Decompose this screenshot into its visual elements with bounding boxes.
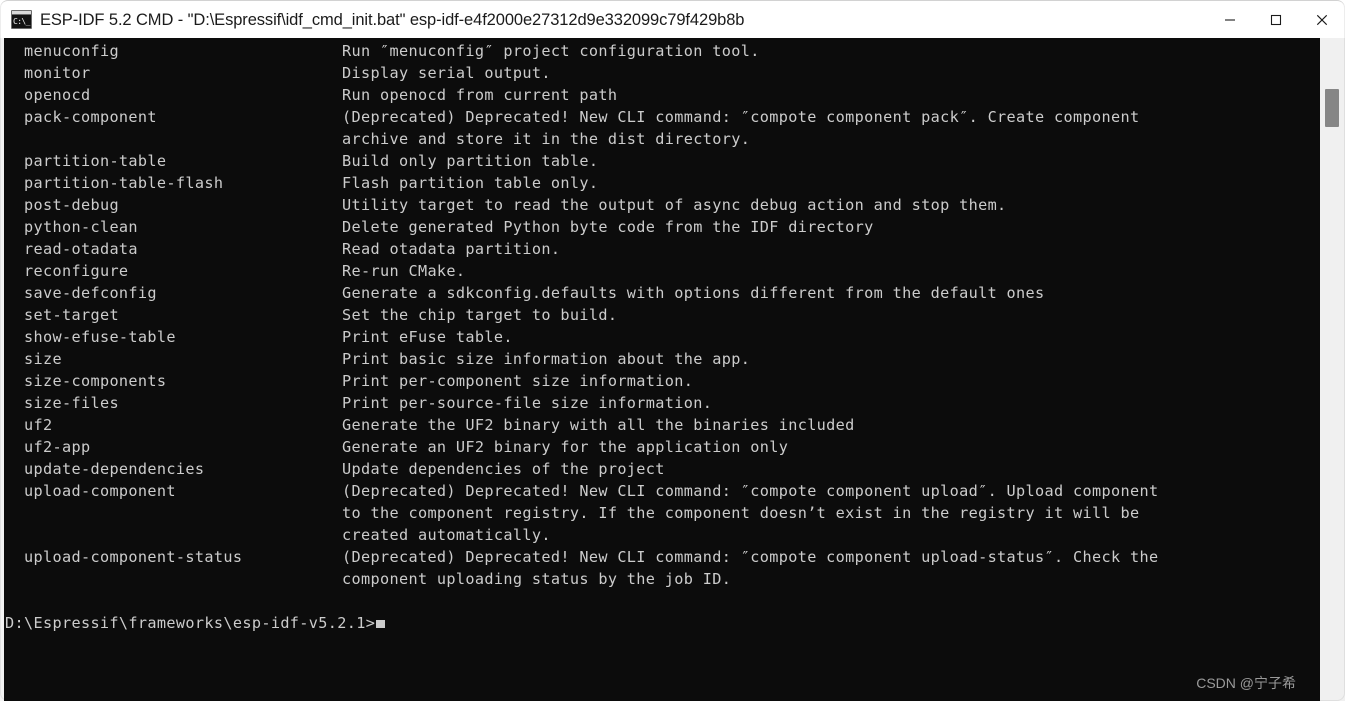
command-row: uf2-app Generate an UF2 binary for the ap… (24, 436, 1158, 458)
command-description: Print eFuse table. (342, 328, 513, 346)
close-icon (1316, 14, 1328, 26)
command-name: openocd (24, 86, 91, 104)
command-row: upload-component-status (Deprecated) Depr… (24, 546, 1158, 568)
command-row: update-dependencies Update dependencies o… (24, 458, 1158, 480)
command-row: read-otadata Read otadata partition. (24, 238, 1158, 260)
command-name: save-defconfig (24, 284, 157, 302)
maximize-button[interactable] (1253, 1, 1299, 39)
command-description: Print basic size information about the a… (342, 350, 751, 368)
terminal-prompt-line[interactable]: D:\Espressif\frameworks\esp-idf-v5.2.1> (5, 612, 386, 634)
command-name: update-dependencies (24, 460, 205, 478)
command-name: show-efuse-table (24, 328, 176, 346)
terminal-viewport[interactable]: menuconfig Run ″menuconfig″ project confi… (4, 38, 1316, 701)
command-row: size Print basic size information about t… (24, 348, 1158, 370)
command-description: (Deprecated) Deprecated! New CLI command… (342, 482, 1159, 500)
text-cursor (376, 620, 386, 628)
command-name: partition-table (24, 152, 167, 170)
window-title: ESP-IDF 5.2 CMD - "D:\Espressif\idf_cmd_… (40, 11, 745, 29)
title-bar[interactable]: C:\_ ESP-IDF 5.2 CMD - "D:\Espressif\idf… (0, 0, 1345, 38)
command-description: Re-run CMake. (342, 262, 466, 280)
command-description: Set the chip target to build. (342, 306, 618, 324)
command-description: Delete generated Python byte code from t… (342, 218, 874, 236)
command-description: Print per-component size information. (342, 372, 694, 390)
window-controls (1207, 1, 1345, 39)
command-name: size-files (24, 394, 119, 412)
command-description: Utility target to read the output of asy… (342, 196, 1007, 214)
command-row: reconfigure Re-run CMake. (24, 260, 1158, 282)
command-description: Flash partition table only. (342, 174, 599, 192)
command-name: partition-table-flash (24, 174, 224, 192)
command-name: pack-component (24, 108, 157, 126)
command-description: Generate the UF2 binary with all the bin… (342, 416, 855, 434)
command-description: Print per-source-file size information. (342, 394, 713, 412)
command-row: size-files Print per-source-file size inf… (24, 392, 1158, 414)
command-name: reconfigure (24, 262, 129, 280)
command-description: Read otadata partition. (342, 240, 561, 258)
cmd-console-icon-prompt: C:\_ (12, 15, 31, 28)
terminal-body[interactable]: menuconfig Run ″menuconfig″ project confi… (0, 38, 1345, 701)
command-description: Generate a sdkconfig.defaults with optio… (342, 284, 1045, 302)
minimize-button[interactable] (1207, 1, 1253, 39)
command-row: openocd Run openocd from current path (24, 84, 1158, 106)
command-help-list: menuconfig Run ″menuconfig″ project confi… (24, 40, 1158, 590)
command-name: upload-component (24, 482, 176, 500)
command-name: size-components (24, 372, 167, 390)
command-name: post-debug (24, 196, 119, 214)
vertical-scrollbar[interactable] (1320, 38, 1345, 701)
command-row: set-target Set the chip target to build. (24, 304, 1158, 326)
console-window: C:\_ ESP-IDF 5.2 CMD - "D:\Espressif\idf… (0, 0, 1345, 701)
command-name: monitor (24, 64, 91, 82)
command-name: menuconfig (24, 42, 119, 60)
command-row: upload-component (Deprecated) Deprecated!… (24, 480, 1158, 502)
command-name: read-otadata (24, 240, 138, 258)
command-row: save-defconfig Generate a sdkconfig.defau… (24, 282, 1158, 304)
command-description-continued: component uploading status by the job ID… (342, 570, 732, 588)
command-name: size (24, 350, 62, 368)
command-description: Update dependencies of the project (342, 460, 665, 478)
command-description: Display serial output. (342, 64, 551, 82)
minimize-icon (1225, 19, 1235, 21)
scrollbar-thumb[interactable] (1325, 89, 1339, 127)
maximize-icon (1270, 14, 1282, 26)
command-description: (Deprecated) Deprecated! New CLI command… (342, 548, 1159, 566)
command-row: partition-table Build only partition tabl… (24, 150, 1158, 172)
cmd-console-icon: C:\_ (11, 10, 32, 29)
command-row: size-components Print per-component size … (24, 370, 1158, 392)
command-row: python-clean Delete generated Python byte… (24, 216, 1158, 238)
close-button[interactable] (1299, 1, 1345, 39)
command-description: Generate an UF2 binary for the applicati… (342, 438, 789, 456)
command-row: monitor Display serial output. (24, 62, 1158, 84)
command-description: Build only partition table. (342, 152, 599, 170)
command-row: menuconfig Run ″menuconfig″ project confi… (24, 40, 1158, 62)
command-row: uf2 Generate the UF2 binary with all the … (24, 414, 1158, 436)
command-description: (Deprecated) Deprecated! New CLI command… (342, 108, 1140, 126)
command-name: set-target (24, 306, 119, 324)
command-row: post-debug Utility target to read the out… (24, 194, 1158, 216)
command-name: python-clean (24, 218, 138, 236)
command-description-continued: created automatically. (342, 526, 551, 544)
command-row: partition-table-flash Flash partition tab… (24, 172, 1158, 194)
command-row: pack-component (Deprecated) Deprecated! N… (24, 106, 1158, 128)
command-description: Run ″menuconfig″ project configuration t… (342, 42, 760, 60)
command-name: uf2-app (24, 438, 91, 456)
command-name: upload-component-status (24, 548, 243, 566)
command-description-continued: archive and store it in the dist directo… (342, 130, 751, 148)
command-name: uf2 (24, 416, 53, 434)
command-description-continued: to the component registry. If the compon… (342, 504, 1140, 522)
watermark: CSDN @宁子希 (1196, 675, 1296, 691)
command-row: show-efuse-table Print eFuse table. (24, 326, 1158, 348)
prompt-text: D:\Espressif\frameworks\esp-idf-v5.2.1> (5, 614, 376, 632)
command-description: Run openocd from current path (342, 86, 618, 104)
